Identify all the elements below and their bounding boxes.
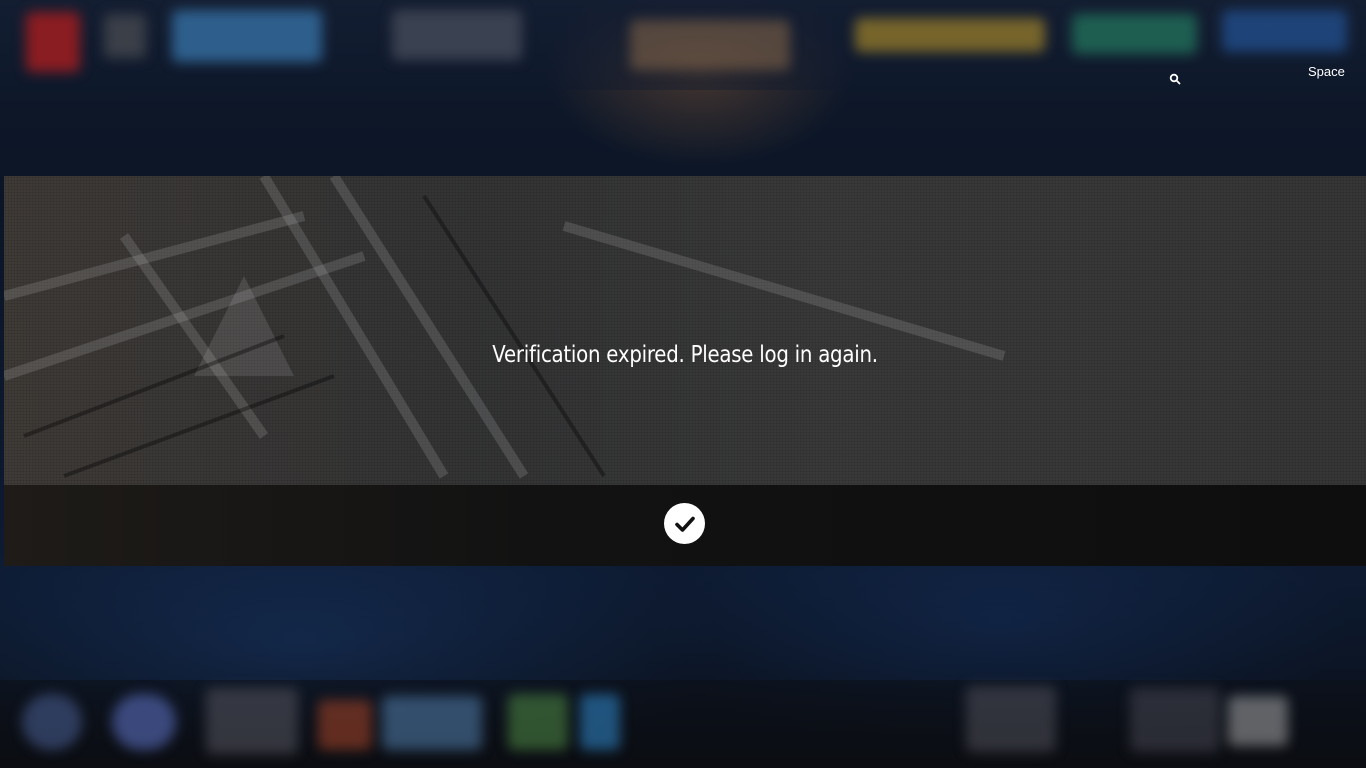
menu-icon-blurred-2 [112,694,176,750]
energy-currency-blurred [1222,10,1347,52]
dialog-body: Verification expired. Please log in agai… [4,176,1366,485]
menu-icon-blurred-9 [1130,688,1220,752]
profile-card-blurred [172,10,322,62]
search-icon[interactable] [1169,73,1181,85]
space-key-hint: Space [1308,64,1345,79]
dialog-background-art [4,176,1006,479]
menu-icon-blurred-10 [1228,696,1288,746]
menu-icon-blurred-8 [966,686,1056,752]
top-bar-blurred [0,0,1366,90]
menu-icon-blurred-3 [206,688,298,754]
menu-icon-blurred-1 [22,694,82,750]
menu-icon-blurred-5 [382,696,482,750]
menu-icon-blurred-4 [318,700,372,750]
gem-currency-blurred [1072,14,1197,54]
game-logo-blurred [26,12,80,72]
verification-dialog: Verification expired. Please log in agai… [4,176,1366,566]
menu-icon-blurred-6 [508,694,568,750]
home-icon-blurred [104,14,146,58]
friends-button-blurred [392,10,522,60]
menu-icon-blurred-7 [580,694,620,750]
banner-blurred [630,20,790,70]
dialog-footer [4,485,1366,566]
check-icon [674,516,695,532]
game-client-screen: Space Verification expired. Please log i… [0,0,1366,768]
confirm-button[interactable] [664,503,705,544]
dialog-message: Verification expired. Please log in agai… [492,342,878,368]
gold-currency-blurred [855,18,1045,52]
bottom-bar-blurred [0,680,1366,768]
